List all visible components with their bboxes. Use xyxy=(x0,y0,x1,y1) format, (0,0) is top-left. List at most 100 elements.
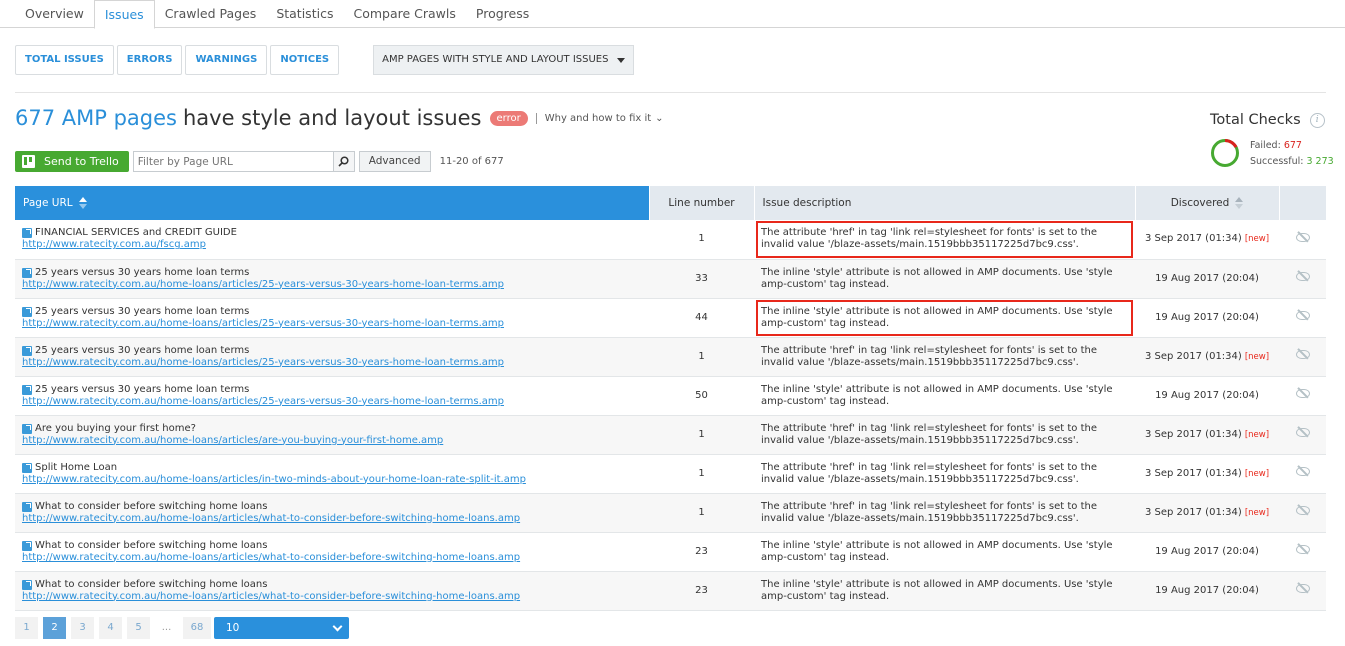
external-link-icon[interactable] xyxy=(22,540,32,551)
date-text: 19 Aug 2017 (20:04) xyxy=(1155,311,1259,323)
eye-slash-icon[interactable] xyxy=(1295,232,1310,242)
new-badge: [new] xyxy=(1244,351,1270,362)
table-row: Split Home Loan http://www.ratecity.com.a… xyxy=(15,454,1326,494)
eye-slash-icon[interactable] xyxy=(1295,584,1310,593)
page-url-link[interactable]: http://www.ratecity.com.au/home-loans/ar… xyxy=(22,279,642,291)
trello-icon xyxy=(22,155,35,168)
search-button[interactable] xyxy=(332,152,354,171)
line-number: 44 xyxy=(649,298,754,338)
new-badge: [new] xyxy=(1244,468,1270,479)
total-issues-button[interactable]: TOTAL ISSUES xyxy=(15,45,114,75)
page-url-link[interactable]: http://www.ratecity.com.au/fscg.amp xyxy=(22,239,642,251)
chevron-down-icon: ⌄ xyxy=(655,112,664,124)
issue-description: The inline 'style' attribute is not allo… xyxy=(754,259,1135,299)
tab-statistics[interactable]: Statistics xyxy=(266,0,343,28)
eye-slash-icon[interactable] xyxy=(1295,350,1310,359)
page-url-link[interactable]: http://www.ratecity.com.au/home-loans/ar… xyxy=(22,513,642,525)
line-number: 50 xyxy=(649,376,754,416)
errors-button[interactable]: ERRORS xyxy=(116,45,183,75)
page-cell: Split Home Loan http://www.ratecity.com.a… xyxy=(15,454,649,494)
page-3-button[interactable]: 3 xyxy=(71,617,94,639)
column-header-discovered[interactable]: Discovered xyxy=(1135,186,1280,220)
discovered-date: 19 Aug 2017 (20:04) xyxy=(1135,259,1279,299)
external-link-icon[interactable] xyxy=(22,501,32,512)
column-header-page-url[interactable]: Page URL xyxy=(15,186,650,220)
page-title: Are you buying your first home? xyxy=(35,422,196,434)
external-link-icon[interactable] xyxy=(22,267,32,278)
title-text: have style and layout issues xyxy=(182,106,482,130)
page-url-link[interactable]: http://www.ratecity.com.au/home-loans/ar… xyxy=(22,474,642,486)
warnings-button[interactable]: WARNINGS xyxy=(185,45,268,75)
line-number: 23 xyxy=(649,532,754,572)
tab-bar: Overview Issues Crawled Pages Statistics… xyxy=(0,0,1345,29)
date-text: 19 Aug 2017 (20:04) xyxy=(1155,389,1259,401)
page-cell: Are you buying your first home? http://ww… xyxy=(15,415,649,455)
table-row: What to consider before switching home l… xyxy=(15,532,1326,572)
line-number: 1 xyxy=(649,493,754,533)
amp-pages-count-link[interactable]: 677 AMP pages xyxy=(15,106,177,130)
table-header-row: Page URL Line number Issue description D… xyxy=(15,186,1327,220)
external-link-icon[interactable] xyxy=(22,423,32,434)
page-cell: FINANCIAL SERVICES and CREDIT GUIDE http:… xyxy=(15,220,649,260)
per-page-select[interactable]: 10 xyxy=(214,617,349,639)
failed-count: 677 xyxy=(1283,140,1302,151)
page-5-button[interactable]: 5 xyxy=(127,617,150,639)
external-link-icon[interactable] xyxy=(22,228,32,239)
line-number: 33 xyxy=(649,259,754,299)
page-url-filter-input[interactable] xyxy=(133,152,333,171)
issue-category-label: AMP PAGES WITH STYLE AND LAYOUT ISSUES xyxy=(382,54,609,65)
hide-issue-cell xyxy=(1279,376,1326,416)
eye-slash-icon[interactable] xyxy=(1295,272,1310,281)
tab-issues[interactable]: Issues xyxy=(93,0,155,29)
external-link-icon[interactable] xyxy=(22,384,32,395)
tab-overview[interactable]: Overview xyxy=(15,0,94,28)
column-header-actions xyxy=(1279,186,1327,220)
page-url-link[interactable]: http://www.ratecity.com.au/home-loans/ar… xyxy=(22,357,642,369)
page-title: FINANCIAL SERVICES and CREDIT GUIDE xyxy=(35,227,237,239)
notices-button[interactable]: NOTICES xyxy=(270,45,340,75)
tab-crawled-pages[interactable]: Crawled Pages xyxy=(155,0,267,28)
page-1-button[interactable]: 1 xyxy=(15,617,38,639)
tab-progress[interactable]: Progress xyxy=(466,0,539,28)
external-link-icon[interactable] xyxy=(22,345,32,356)
why-and-how-to-fix-link[interactable]: Why and how to fix it ⌄ xyxy=(535,112,664,124)
send-to-trello-button[interactable]: Send to Trello xyxy=(15,151,129,172)
page-url-link[interactable]: http://www.ratecity.com.au/home-loans/ar… xyxy=(22,435,642,447)
hide-issue-cell xyxy=(1279,532,1326,572)
advanced-filter-button[interactable]: Advanced xyxy=(358,151,431,172)
sort-icon xyxy=(78,197,87,209)
page-2-button[interactable]: 2 xyxy=(43,617,66,639)
trello-label: Send to Trello xyxy=(44,155,119,168)
page-68-button[interactable]: 68 xyxy=(183,617,211,639)
new-badge: [new] xyxy=(1244,507,1270,518)
page-title: 25 years versus 30 years home loan terms xyxy=(35,383,250,395)
discovered-date: 3 Sep 2017 (01:34) [new] xyxy=(1135,415,1279,455)
table-row: Are you buying your first home? http://ww… xyxy=(15,415,1326,455)
external-link-icon[interactable] xyxy=(22,462,32,473)
new-badge: [new] xyxy=(1244,234,1270,245)
discovered-header-label: Discovered xyxy=(1170,197,1230,209)
page-4-button[interactable]: 4 xyxy=(99,617,122,639)
eye-slash-icon[interactable] xyxy=(1295,467,1310,476)
failed-label: Failed: xyxy=(1250,140,1281,151)
external-link-icon[interactable] xyxy=(22,579,32,590)
page-url-header-label: Page URL xyxy=(23,197,73,209)
issue-category-select[interactable]: AMP PAGES WITH STYLE AND LAYOUT ISSUES xyxy=(373,45,635,75)
page-url-link[interactable]: http://www.ratecity.com.au/home-loans/ar… xyxy=(22,552,642,564)
eye-slash-icon[interactable] xyxy=(1295,389,1310,398)
eye-slash-icon[interactable] xyxy=(1295,545,1310,554)
eye-slash-icon[interactable] xyxy=(1295,428,1310,437)
table-row: 25 years versus 30 years home loan terms… xyxy=(15,259,1326,299)
info-icon[interactable]: i xyxy=(1309,112,1325,128)
page-url-link[interactable]: http://www.ratecity.com.au/home-loans/ar… xyxy=(22,396,642,408)
chevron-down-icon xyxy=(332,621,343,631)
external-link-icon[interactable] xyxy=(22,306,32,317)
pagination: 1 2 3 4 5 ... 68 10 xyxy=(15,617,349,639)
page-url-link[interactable]: http://www.ratecity.com.au/home-loans/ar… xyxy=(22,591,642,603)
eye-slash-icon[interactable] xyxy=(1295,506,1310,515)
tab-compare-crawls[interactable]: Compare Crawls xyxy=(343,0,465,28)
eye-slash-icon[interactable] xyxy=(1295,311,1310,320)
page-url-link[interactable]: http://www.ratecity.com.au/home-loans/ar… xyxy=(22,318,642,330)
page-title: 677 AMP pages have style and layout issu… xyxy=(15,106,664,130)
caret-down-icon xyxy=(617,57,626,63)
